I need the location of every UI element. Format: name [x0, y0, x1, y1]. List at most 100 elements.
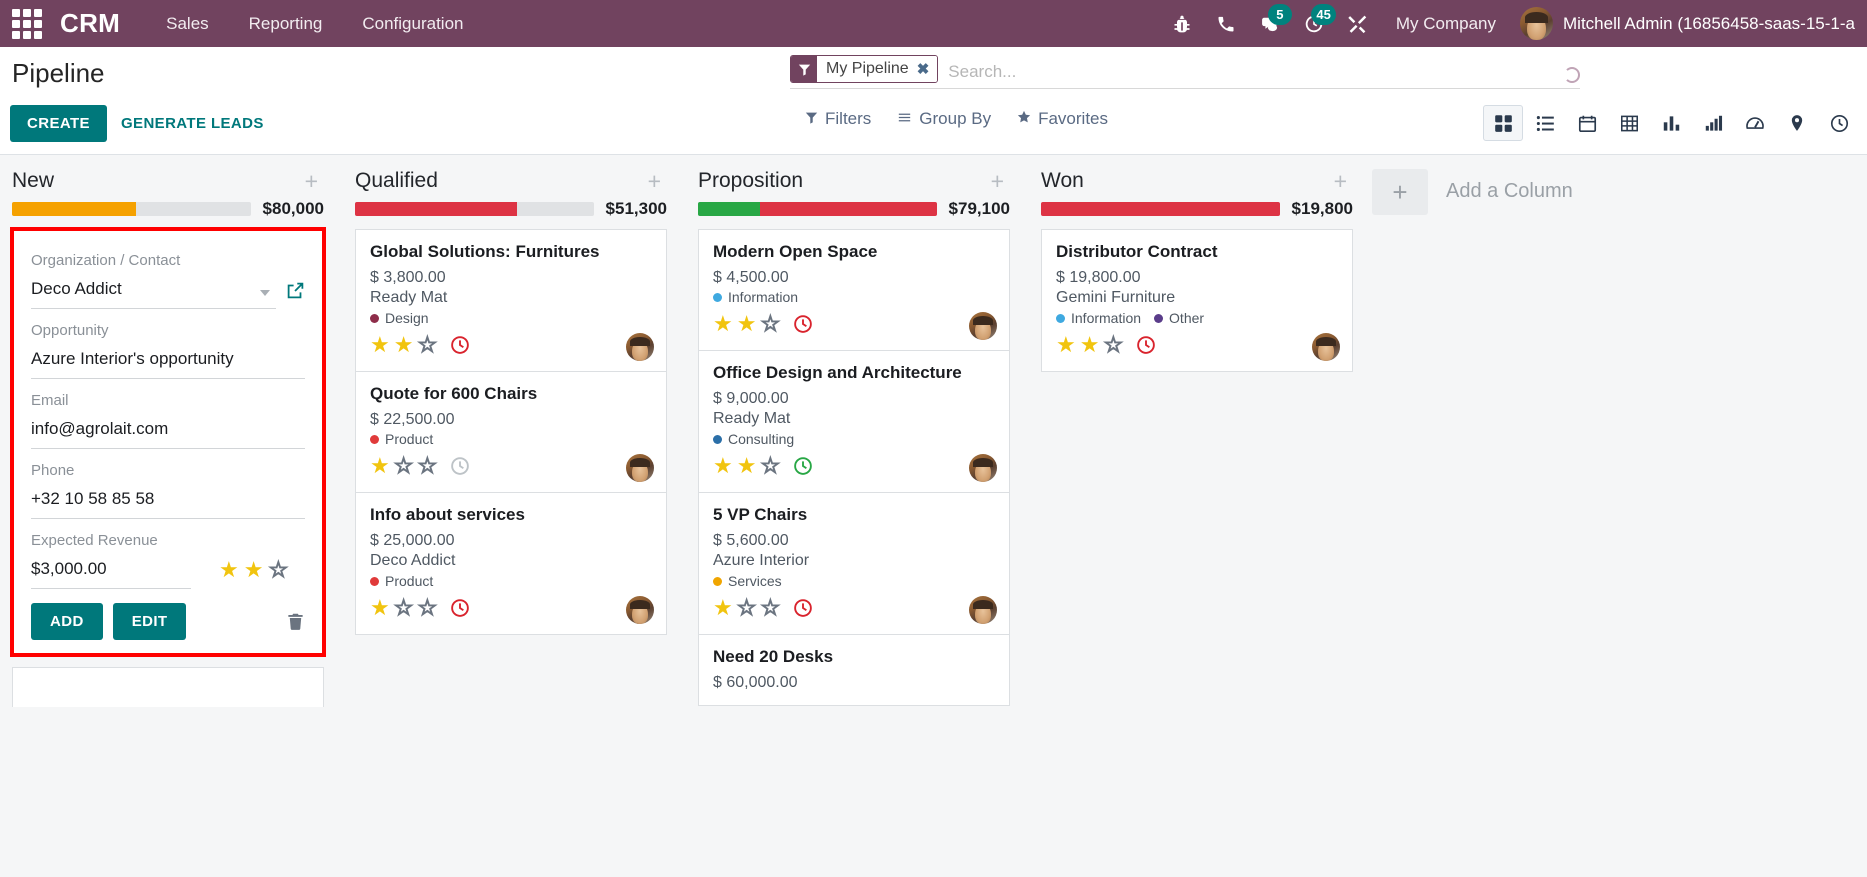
- star-icon-filled[interactable]: ★: [713, 313, 733, 335]
- star-icon-filled[interactable]: ★: [394, 334, 414, 356]
- star-icon-empty[interactable]: ☆: [760, 596, 781, 619]
- star-icon-filled[interactable]: ★: [713, 455, 733, 477]
- app-brand-crm[interactable]: CRM: [60, 8, 120, 39]
- user-menu[interactable]: Mitchell Admin (16856458-saas-15-1-a: [1512, 7, 1867, 40]
- menu-item-configuration[interactable]: Configuration: [342, 1, 483, 47]
- group-by-dropdown[interactable]: Group By: [897, 109, 991, 129]
- star-icon-filled[interactable]: ★: [370, 597, 390, 619]
- create-button[interactable]: CREATE: [10, 105, 107, 142]
- graph-bar-view-icon[interactable]: [1651, 105, 1691, 141]
- star-icon-filled[interactable]: ★: [370, 334, 390, 356]
- add-record-icon[interactable]: +: [299, 169, 324, 193]
- activity-clock-icon[interactable]: [793, 456, 813, 476]
- priority-stars[interactable]: ★ ★ ☆: [713, 312, 781, 335]
- star-icon-filled[interactable]: ★: [1056, 334, 1076, 356]
- activities-clock-icon[interactable]: 45: [1292, 0, 1336, 47]
- graph-line-view-icon[interactable]: [1693, 105, 1733, 141]
- add-record-icon[interactable]: +: [1328, 169, 1353, 193]
- priority-stars[interactable]: ★ ★ ☆: [1056, 333, 1124, 356]
- activity-clock-icon[interactable]: [450, 598, 470, 618]
- star-icon-filled[interactable]: ★: [244, 559, 264, 581]
- star-icon-filled[interactable]: ★: [219, 559, 239, 581]
- add-record-icon[interactable]: +: [985, 169, 1010, 193]
- menu-item-sales[interactable]: Sales: [146, 1, 229, 47]
- priority-stars[interactable]: ★ ☆ ☆: [370, 596, 438, 619]
- search-facet-my-pipeline[interactable]: My Pipeline ✖: [790, 55, 939, 83]
- add-column-label[interactable]: Add a Column: [1428, 169, 1573, 203]
- activity-clock-icon[interactable]: [793, 314, 813, 334]
- avatar[interactable]: [969, 454, 997, 482]
- table-row[interactable]: Distributor Contract $ 19,800.00 Gemini …: [1041, 229, 1353, 372]
- avatar[interactable]: [969, 596, 997, 624]
- dashboard-view-icon[interactable]: [1735, 105, 1775, 141]
- trash-icon[interactable]: [286, 612, 305, 631]
- star-icon-filled[interactable]: ★: [1080, 334, 1100, 356]
- star-icon-empty[interactable]: ☆: [393, 454, 414, 477]
- table-row[interactable]: Office Design and Architecture $ 9,000.0…: [698, 350, 1010, 492]
- apps-grid-icon[interactable]: [8, 5, 46, 43]
- table-row[interactable]: Modern Open Space $ 4,500.00 Information…: [698, 229, 1010, 350]
- avatar[interactable]: [626, 333, 654, 361]
- add-column-button[interactable]: +: [1372, 169, 1428, 215]
- company-switcher[interactable]: My Company: [1380, 1, 1512, 47]
- progress-bar[interactable]: [355, 202, 594, 216]
- bug-icon[interactable]: [1160, 0, 1204, 47]
- map-view-icon[interactable]: [1777, 105, 1817, 141]
- activity-clock-icon[interactable]: [450, 335, 470, 355]
- external-link-icon[interactable]: [286, 281, 305, 304]
- avatar[interactable]: [626, 596, 654, 624]
- menu-item-reporting[interactable]: Reporting: [229, 1, 343, 47]
- star-icon-filled[interactable]: ★: [713, 597, 733, 619]
- activity-clock-icon[interactable]: [793, 598, 813, 618]
- table-row[interactable]: Need 20 Desks $ 60,000.00: [698, 634, 1010, 706]
- star-icon-empty[interactable]: ☆: [268, 558, 289, 581]
- progress-bar[interactable]: [1041, 202, 1280, 216]
- generate-leads-button[interactable]: GENERATE LEADS: [107, 105, 278, 142]
- star-icon-empty[interactable]: ☆: [417, 333, 438, 356]
- calendar-view-icon[interactable]: [1567, 105, 1607, 141]
- pivot-view-icon[interactable]: [1609, 105, 1649, 141]
- favorites-dropdown[interactable]: Favorites: [1017, 109, 1108, 129]
- activity-view-icon[interactable]: [1819, 105, 1859, 141]
- messages-icon[interactable]: 5: [1248, 0, 1292, 47]
- priority-stars[interactable]: ★ ★ ☆: [219, 558, 289, 589]
- star-icon-filled[interactable]: ★: [737, 455, 757, 477]
- tools-icon[interactable]: [1336, 0, 1380, 47]
- email-field[interactable]: [31, 415, 305, 449]
- progress-bar[interactable]: [698, 202, 937, 216]
- phone-field[interactable]: [31, 485, 305, 519]
- add-button[interactable]: ADD: [31, 603, 103, 640]
- chevron-down-icon[interactable]: [260, 290, 270, 296]
- star-icon-empty[interactable]: ☆: [1103, 333, 1124, 356]
- star-icon-empty[interactable]: ☆: [760, 312, 781, 335]
- edit-button[interactable]: EDIT: [112, 603, 187, 640]
- star-icon-filled[interactable]: ★: [737, 313, 757, 335]
- star-icon-empty[interactable]: ☆: [760, 454, 781, 477]
- table-row[interactable]: Global Solutions: Furnitures $ 3,800.00 …: [355, 229, 667, 371]
- priority-stars[interactable]: ★ ★ ☆: [370, 333, 438, 356]
- avatar[interactable]: [1312, 333, 1340, 361]
- priority-stars[interactable]: ★ ★ ☆: [713, 454, 781, 477]
- kanban-view-icon[interactable]: [1483, 105, 1523, 141]
- opportunity-input[interactable]: [31, 345, 305, 379]
- avatar[interactable]: [969, 312, 997, 340]
- phone-icon[interactable]: [1204, 0, 1248, 47]
- activity-clock-icon[interactable]: [1136, 335, 1156, 355]
- table-row[interactable]: Info about services $ 25,000.00 Deco Add…: [355, 492, 667, 635]
- avatar[interactable]: [626, 454, 654, 482]
- list-view-icon[interactable]: [1525, 105, 1565, 141]
- star-icon-empty[interactable]: ☆: [736, 596, 757, 619]
- expected-revenue-input[interactable]: [31, 555, 191, 589]
- close-icon[interactable]: ✖: [917, 60, 930, 78]
- add-record-icon[interactable]: +: [642, 169, 667, 193]
- star-icon-empty[interactable]: ☆: [417, 454, 438, 477]
- search-input[interactable]: [938, 55, 1580, 88]
- progress-bar[interactable]: [12, 202, 251, 216]
- star-icon-filled[interactable]: ★: [370, 455, 390, 477]
- table-row[interactable]: 5 VP Chairs $ 5,600.00 Azure Interior Se…: [698, 492, 1010, 634]
- priority-stars[interactable]: ★ ☆ ☆: [713, 596, 781, 619]
- organization-input[interactable]: [31, 275, 276, 309]
- priority-stars[interactable]: ★ ☆ ☆: [370, 454, 438, 477]
- star-icon-empty[interactable]: ☆: [393, 596, 414, 619]
- table-row[interactable]: Quote for 600 Chairs $ 22,500.00 Product…: [355, 371, 667, 492]
